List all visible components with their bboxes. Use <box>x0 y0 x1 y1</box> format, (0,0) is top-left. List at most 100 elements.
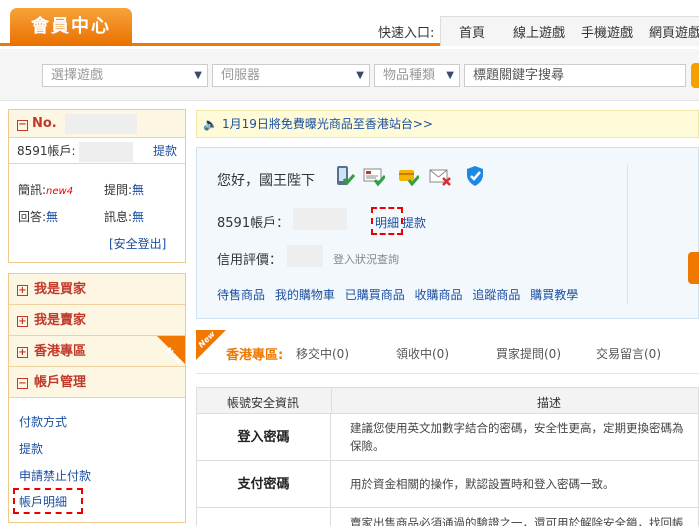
hk-buyer-questions-link[interactable]: 買家提問(0) <box>496 345 561 362</box>
server-select[interactable]: 伺服器 ▼ <box>212 64 370 87</box>
notice-link[interactable]: 1月19日將免費曝光商品至香港站台>> <box>222 117 433 131</box>
member-number-label: No. <box>32 116 57 131</box>
row-description: 建議您使用英文加數字結合的密碼，安全性更高，定期更換密碼為 <box>350 421 684 435</box>
row-description-cont: 保險。 <box>350 439 385 453</box>
chevron-down-icon: ▼ <box>194 70 202 81</box>
messages-label: 簡訊: <box>18 183 47 197</box>
panel-divider <box>627 164 628 304</box>
masked-member-number <box>65 113 138 134</box>
collapse-icon[interactable]: − <box>17 120 28 131</box>
account-label: 8591帳戶: <box>17 144 76 158</box>
row-name: 支付密碼 <box>197 461 331 507</box>
row-description: 用於資金相關的操作，默認設置時和登入密碼一致。 <box>350 477 615 491</box>
highlight-box <box>371 207 403 235</box>
highlight-box <box>13 488 83 514</box>
collapse-icon: − <box>17 378 28 389</box>
sidebar-item-label: 我是買家 <box>34 282 87 297</box>
row-description: 賣家出售商品必須通過的驗證之一，還可用於解除安全鎖，找回帳 <box>350 516 684 526</box>
email-unverified-icon <box>429 169 451 186</box>
hk-trade-messages-link[interactable]: 交易留言(0) <box>596 345 661 362</box>
logout-link[interactable]: [安全登出] <box>109 235 166 252</box>
answers-stat[interactable]: 回答:無 <box>18 208 58 225</box>
quick-link-web-games[interactable]: 網頁遊戲 <box>641 22 699 41</box>
member-center-tab[interactable]: 會員中心 <box>10 8 132 46</box>
id-card-verified-icon <box>363 168 385 187</box>
buy-requests-link[interactable]: 收購商品 <box>415 288 463 302</box>
sidebar-item-label: 我是賣家 <box>34 313 87 328</box>
hk-receiving-link[interactable]: 領收中(0) <box>396 345 449 362</box>
quick-link-online-games[interactable]: 線上遊戲 <box>505 22 573 41</box>
cart-link[interactable]: 我的購物車 <box>275 288 335 302</box>
column-header: 描述 <box>537 396 562 410</box>
greeting-text: 您好，國王陛下 <box>217 173 315 189</box>
masked-panel-balance <box>293 208 347 230</box>
sidebar-item-buyer[interactable]: + 我是買家 <box>9 274 185 305</box>
sidebar-item-label: 香港專區 <box>34 344 87 359</box>
payment-method-link[interactable]: 付款方式 <box>19 413 67 430</box>
game-select[interactable]: 選擇遊戲 ▼ <box>42 64 208 87</box>
quick-nav: 首頁 線上遊戲 手機遊戲 網頁遊戲 <box>440 16 699 46</box>
table-row: 支付密碼 用於資金相關的操作，默認設置時和登入密碼一致。 <box>196 461 699 508</box>
answers-value: 無 <box>46 210 59 224</box>
sidebar-item-label: 帳戶管理 <box>34 375 87 390</box>
sidebar-menu: + 我是買家 + 我是賣家 + 香港專區 New − 帳戶管理 付款方式 提款 申請禁止… <box>8 273 186 523</box>
member-number-header: − No. <box>9 110 185 138</box>
row-name <box>197 508 331 526</box>
table-header: 帳號安全資訊 描述 <box>196 387 699 414</box>
search-bar: 選擇遊戲 ▼ 伺服器 ▼ 物品種類 ▼ 標題關鍵字搜尋 <box>0 49 699 101</box>
masked-credit-score <box>287 245 323 267</box>
top-header: 會員中心 快速入口: 首頁 線上遊戲 手機遊戲 網頁遊戲 <box>0 0 699 46</box>
item-type-select[interactable]: 物品種類 ▼ <box>374 64 460 87</box>
payment-verified-icon <box>399 170 419 187</box>
hongkong-zone-title: 香港專區: <box>226 348 284 363</box>
hongkong-zone-bar: New 香港專區: 移交中(0) 領收中(0) 買家提問(0) 交易留言(0) <box>196 329 699 374</box>
panel-action-button[interactable] <box>688 252 699 284</box>
questions-value: 無 <box>132 183 145 197</box>
block-payment-link[interactable]: 申請禁止付款 <box>19 467 91 484</box>
security-shield-icon <box>467 166 483 186</box>
quick-link-mobile-games[interactable]: 手機遊戲 <box>573 22 641 41</box>
credit-label: 信用評價： <box>217 253 283 268</box>
sidebar-item-account-management[interactable]: − 帳戶管理 <box>9 367 185 398</box>
pending-items-link[interactable]: 待售商品 <box>217 288 265 302</box>
tracked-items-link[interactable]: 追蹤商品 <box>472 288 520 302</box>
notices-label: 訊息: <box>104 210 133 224</box>
withdraw-menu-link[interactable]: 提款 <box>19 440 43 457</box>
keyword-search-input[interactable]: 標題關鍵字搜尋 <box>464 64 686 87</box>
sidebar-item-seller[interactable]: + 我是賣家 <box>9 305 185 336</box>
row-name: 登入密碼 <box>197 414 331 460</box>
masked-balance <box>79 141 134 162</box>
game-select-value: 選擇遊戲 <box>51 68 104 83</box>
notice-bar: 🔈 1月19日將免費曝光商品至香港站台>> <box>196 110 699 138</box>
purchased-items-link[interactable]: 已購買商品 <box>345 288 405 302</box>
account-row: 8591帳戶: 提款 <box>9 138 185 164</box>
quick-link-home[interactable]: 首頁 <box>441 22 505 41</box>
sidebar-item-hongkong[interactable]: + 香港專區 New <box>9 336 185 367</box>
table-row: 賣家出售商品必須通過的驗證之一，還可用於解除安全鎖，找回帳 <box>196 508 699 526</box>
phone-verified-icon <box>337 166 355 186</box>
chevron-down-icon: ▼ <box>446 70 454 81</box>
hk-transferring-link[interactable]: 移交中(0) <box>296 345 349 362</box>
expand-icon: + <box>17 285 28 296</box>
chevron-down-icon: ▼ <box>356 70 364 81</box>
search-button[interactable] <box>691 63 699 88</box>
column-header: 帳號安全資訊 <box>227 396 300 410</box>
account-summary-box: − No. 8591帳戶: 提款 簡訊:new4 提問:無 回答:無 訊息:無 [… <box>8 109 186 263</box>
security-info-table: 帳號安全資訊 描述 登入密碼 建議您使用英文加數字結合的密碼，安全性更高，定期更… <box>196 387 699 526</box>
buying-guide-link[interactable]: 購買教學 <box>530 288 578 302</box>
quick-entry-label: 快速入口: <box>378 26 435 41</box>
expand-icon: + <box>17 316 28 327</box>
speaker-icon: 🔈 <box>203 117 218 131</box>
answers-label: 回答: <box>18 210 47 224</box>
questions-stat[interactable]: 提問:無 <box>104 181 144 198</box>
expand-icon: + <box>17 347 28 358</box>
table-row: 登入密碼 建議您使用英文加數字結合的密碼，安全性更高，定期更換密碼為 保險。 <box>196 414 699 461</box>
withdraw-link[interactable]: 提款 <box>153 138 177 164</box>
messages-new-badge: new4 <box>46 186 74 197</box>
panel-account-label: 8591帳戶： <box>217 216 290 231</box>
notices-stat[interactable]: 訊息:無 <box>104 208 144 225</box>
messages-stat[interactable]: 簡訊:new4 <box>18 181 73 198</box>
panel-withdraw-link[interactable]: 提款 <box>402 214 426 231</box>
panel-quick-links: 待售商品 我的購物車 已購買商品 收購商品 追蹤商品 購買教學 <box>217 286 584 303</box>
login-status-link[interactable]: 登入狀況查詢 <box>333 251 399 267</box>
